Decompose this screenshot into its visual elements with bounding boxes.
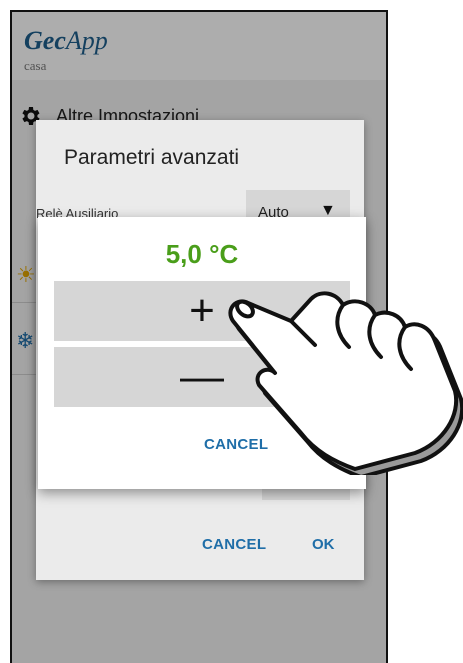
cancel-button[interactable]: CANCEL	[202, 536, 266, 553]
dialog-title: Parametri avanzati	[64, 146, 240, 169]
ok-button[interactable]: OK	[312, 536, 335, 553]
pointing-hand-icon	[228, 291, 463, 475]
